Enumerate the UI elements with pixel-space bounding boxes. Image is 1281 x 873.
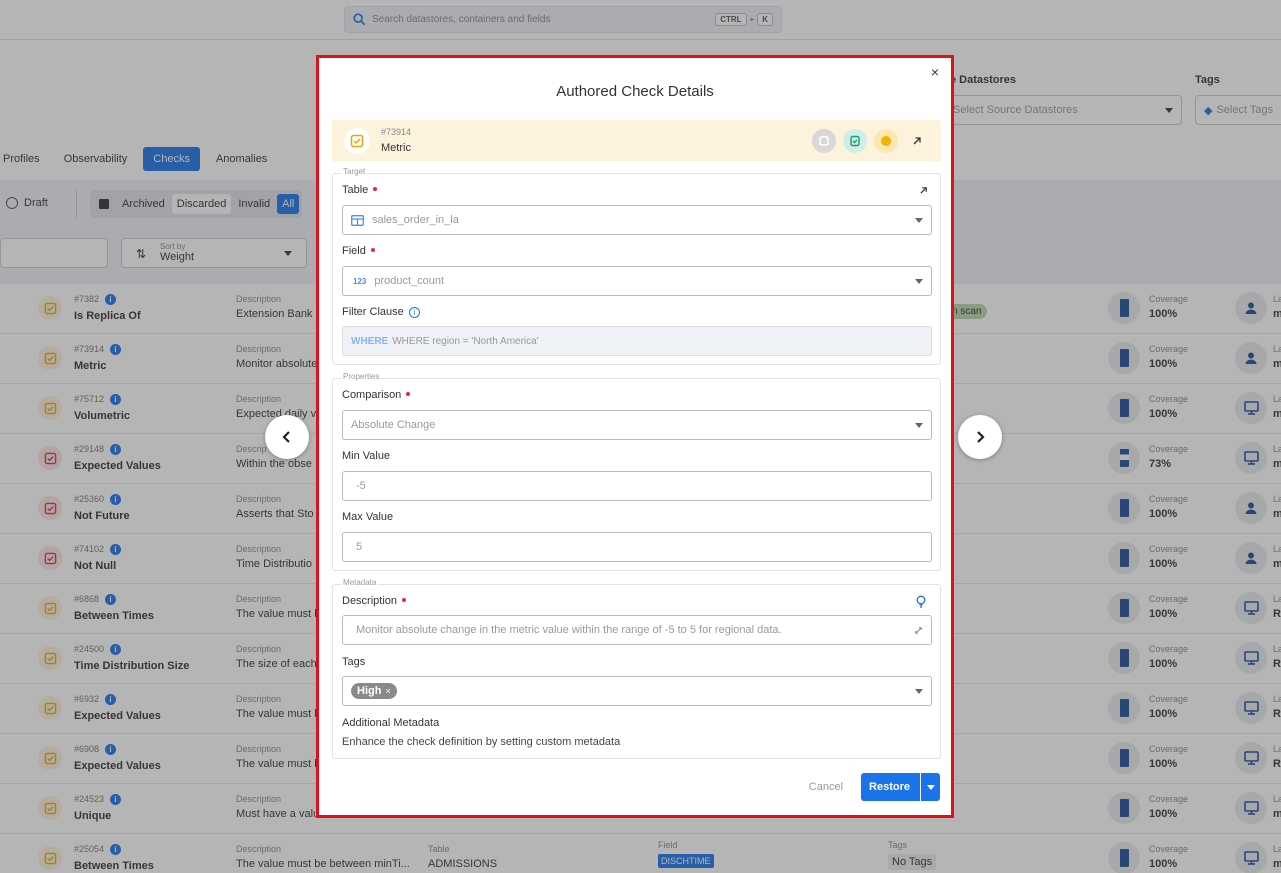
- comparison-label: Comparison: [342, 389, 411, 401]
- properties-legend: Properties: [341, 372, 382, 381]
- tag-chip: High ×: [351, 683, 397, 699]
- authored-check-modal: × Authored Check Details #73914 Metric T…: [316, 55, 954, 818]
- metadata-section: Metadata Description Monitor absolute ch…: [332, 578, 941, 759]
- field-label: Field: [342, 245, 375, 257]
- table-label: Table: [342, 184, 378, 196]
- info-icon[interactable]: i: [408, 307, 420, 318]
- prev-check-button[interactable]: [265, 415, 309, 459]
- target-section: Target Table sales_order_in_la Field 123…: [332, 167, 941, 365]
- active-status-icon[interactable]: [843, 129, 867, 153]
- table-select[interactable]: sales_order_in_la: [342, 205, 932, 235]
- field-select[interactable]: 123 product_count: [342, 266, 932, 296]
- open-table-icon[interactable]: [919, 186, 928, 195]
- cancel-button[interactable]: Cancel: [809, 781, 843, 793]
- check-name: Metric: [381, 142, 411, 154]
- modal-footer: Cancel Restore: [809, 773, 940, 801]
- min-value-input[interactable]: -5: [342, 471, 932, 501]
- restore-button[interactable]: Restore: [861, 781, 920, 793]
- check-type-icon: [344, 128, 370, 154]
- additional-metadata-label: Additional Metadata: [342, 717, 440, 729]
- expand-icon[interactable]: [914, 626, 923, 635]
- check-id: #73914: [381, 127, 412, 137]
- where-keyword: WHERE: [351, 335, 389, 347]
- filter-clause-input[interactable]: WHERE WHERE region = 'North America': [342, 326, 932, 356]
- numeric-field-icon: 123: [353, 276, 367, 286]
- filter-clause-label: Filter Clause i: [342, 306, 420, 318]
- min-value-label: Min Value: [342, 450, 391, 462]
- tags-select[interactable]: High ×: [342, 676, 932, 706]
- metadata-legend: Metadata: [341, 578, 379, 587]
- description-label: Description: [342, 595, 407, 607]
- properties-section: Properties Comparison Absolute Change Mi…: [332, 372, 941, 571]
- check-header: #73914 Metric: [332, 120, 941, 161]
- remove-tag-icon[interactable]: ×: [385, 686, 390, 696]
- restore-options-button[interactable]: [920, 773, 940, 801]
- comparison-select[interactable]: Absolute Change: [342, 410, 932, 440]
- max-value-label: Max Value: [342, 511, 394, 523]
- open-external-icon[interactable]: [905, 129, 929, 153]
- tags-label: Tags: [342, 656, 366, 668]
- max-value-input[interactable]: 5: [342, 532, 932, 562]
- table-icon: [351, 214, 364, 226]
- target-legend: Target: [341, 167, 368, 176]
- chevron-right-icon: [977, 431, 985, 443]
- restore-button-group: Restore: [861, 773, 940, 801]
- description-input[interactable]: Monitor absolute change in the metric va…: [342, 615, 932, 645]
- draft-status-icon[interactable]: [812, 129, 836, 153]
- favorite-icon[interactable]: [874, 129, 898, 153]
- chevron-down-icon: [926, 784, 935, 790]
- additional-metadata-hint[interactable]: Enhance the check definition by setting …: [342, 736, 620, 748]
- next-check-button[interactable]: [958, 415, 1002, 459]
- lightbulb-icon[interactable]: [916, 595, 926, 608]
- chevron-left-icon: [282, 431, 290, 443]
- close-icon[interactable]: ×: [931, 64, 939, 80]
- modal-title: Authored Check Details: [556, 83, 714, 100]
